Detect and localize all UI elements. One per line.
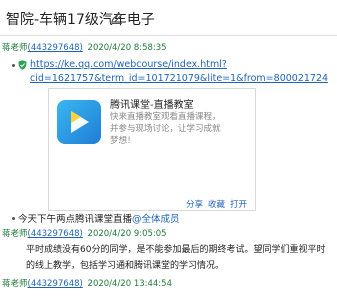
message-meta: 蒋老师(443297648) 2020/4/20 8:58:35 — [2, 41, 167, 53]
message-meta: 蒋老师(443297648) 2020/4/20 9:05:05 — [2, 227, 167, 239]
message-time: 2020/4/20 8:58:35 — [87, 43, 167, 53]
sender-uid[interactable]: (443297648) — [28, 43, 83, 53]
bullet-dot — [12, 64, 15, 67]
message-meta: 蒋老师(443297648) 2020/4/20 13:44:54 — [2, 277, 172, 289]
open-button[interactable]: 打开 — [230, 200, 247, 210]
announcement-text: 今天下午两点腾讯课堂直播@全体成员 — [18, 211, 180, 225]
sender-name[interactable]: 蒋老师 — [2, 279, 28, 289]
sender-uid[interactable]: (443297648) — [28, 229, 83, 239]
shield-icon — [18, 60, 27, 70]
card-actions: 分享 收藏 打开 — [181, 198, 247, 210]
sender-uid[interactable]: (443297648) — [28, 279, 83, 289]
chat-header: 智院-车辆17级汽车电子 — [0, 0, 337, 36]
share-button[interactable]: 分享 — [186, 200, 203, 210]
link-preview-card[interactable]: 腾讯课堂-直播教室 快来直播教室观看直播课程，并参与现场讨论，让学习成就梦想！ … — [48, 88, 256, 211]
sender-name[interactable]: 蒋老师 — [2, 229, 28, 239]
bullet-dot — [12, 217, 15, 220]
announcement-body: 今天下午两点腾讯课堂直播 — [18, 214, 133, 225]
message-body: 平时成绩没有60分的同学，是不能参加最后的期终考试。望同学们重视平时的线上教学，… — [26, 245, 326, 271]
edit-icon[interactable] — [110, 11, 124, 25]
message-time: 2020/4/20 9:05:05 — [87, 229, 167, 239]
favorite-button[interactable]: 收藏 — [208, 200, 225, 210]
mention-all[interactable]: @全体成员 — [132, 214, 180, 225]
play-icon — [71, 111, 89, 133]
tencent-classroom-logo — [57, 100, 101, 144]
card-description: 快来直播教室观看直播课程，并参与现场讨论，让学习成就梦想！ — [110, 112, 221, 146]
sender-name[interactable]: 蒋老师 — [2, 43, 28, 53]
message-time: 2020/4/20 13:44:54 — [87, 279, 172, 289]
group-title: 智院-车辆17级汽车电子 — [6, 12, 155, 28]
card-title: 腾讯课堂-直播教室 — [110, 100, 194, 111]
course-link[interactable]: https://ke.qq.com/webcourse/index.html?c… — [30, 58, 335, 86]
